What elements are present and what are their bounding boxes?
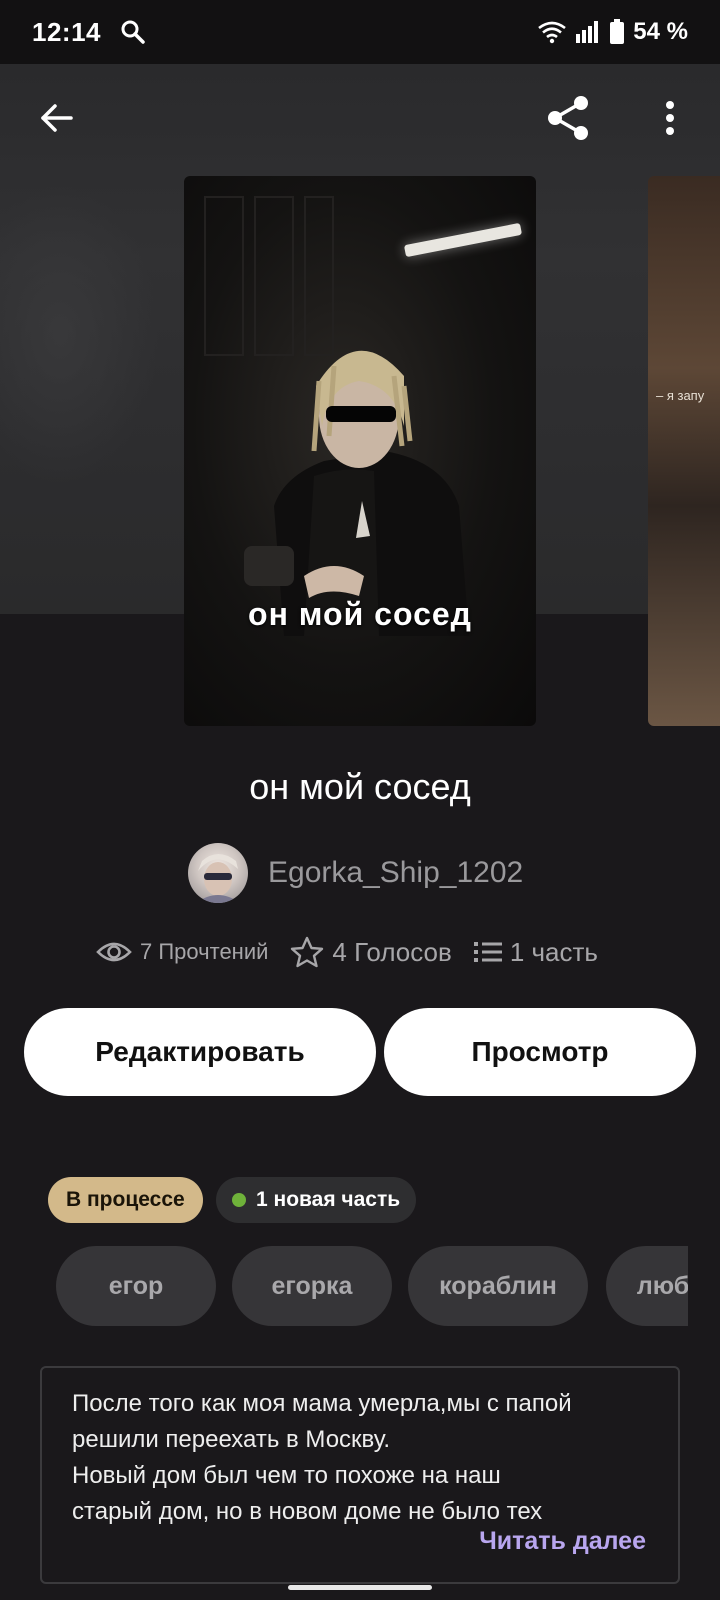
votes-count: 4 Голосов (332, 936, 452, 967)
cover-lamp (403, 222, 523, 258)
wifi-icon (538, 21, 567, 44)
status-indicators: 54 % (537, 18, 688, 46)
arrow-left-icon (41, 104, 73, 132)
tag-chip[interactable]: любовь (606, 1246, 688, 1326)
new-part-badge: 1 новая часть (216, 1177, 417, 1223)
eye-icon (96, 942, 132, 962)
cover-figure-illustration (244, 350, 469, 636)
description-line: Новый дом был чем то похоже на наш (72, 1462, 501, 1489)
battery-icon (610, 19, 625, 44)
story-description: После того как моя мама умерла,мы с папо… (40, 1366, 680, 1584)
reads-stat: 7 Прочтений (96, 939, 268, 965)
signal-icon (576, 21, 599, 43)
tag-chip[interactable]: кораблин (408, 1246, 588, 1326)
author-row[interactable]: Egorka_Ship_1202 (188, 842, 523, 904)
next-cover-text: – я запу (656, 388, 705, 403)
parts-count: 1 часть (509, 936, 598, 967)
cover-window-decor (204, 196, 244, 356)
votes-stat: 4 Голосов (290, 936, 452, 968)
story-cover[interactable]: он мой сосед (184, 176, 536, 726)
read-more-link[interactable]: Читать далее (479, 1527, 646, 1556)
avatar-illustration (196, 854, 240, 903)
new-indicator-dot (232, 1193, 246, 1207)
edit-button[interactable]: Редактировать (24, 1008, 376, 1096)
preview-button[interactable]: Просмотр (384, 1008, 696, 1096)
cover-title: он мой сосед (248, 596, 472, 632)
status-badge: В процессе (48, 1177, 203, 1223)
more-vertical-icon (666, 101, 674, 135)
home-indicator[interactable] (288, 1585, 432, 1590)
author-name[interactable]: Egorka_Ship_1202 (268, 856, 523, 890)
author-avatar[interactable] (188, 843, 248, 903)
back-button[interactable] (26, 88, 86, 148)
tag-chip[interactable]: егорка (232, 1246, 392, 1326)
next-story-cover[interactable]: – я запу (648, 176, 720, 726)
tags-list[interactable]: егор егорка кораблин любовь (56, 1246, 688, 1328)
status-time: 12:14 (32, 16, 101, 47)
story-title: он мой сосед (249, 766, 471, 807)
description-line: решили переехать в Москву. (72, 1426, 391, 1453)
story-stats: 7 Прочтений 4 Голосов 1 часть (96, 936, 598, 968)
status-bar: 12:14 54 % (0, 0, 720, 64)
star-icon (291, 936, 324, 968)
list-icon (473, 942, 502, 962)
description-line: старый дом, но в новом доме не было тех (72, 1498, 543, 1525)
tag-chip[interactable]: егор (56, 1246, 216, 1326)
share-icon (548, 96, 588, 140)
parts-stat: 1 часть (473, 936, 598, 968)
description-line: После того как моя мама умерла,мы с папо… (72, 1390, 572, 1417)
share-button[interactable] (538, 88, 598, 148)
more-options-button[interactable] (640, 88, 700, 148)
battery-percent: 54 % (633, 18, 688, 45)
reads-count: 7 Прочтений (140, 939, 269, 964)
description-text: После того как моя мама умерла,мы с папо… (72, 1386, 648, 1530)
search-icon (121, 20, 145, 44)
new-part-label: 1 новая часть (256, 1188, 401, 1211)
